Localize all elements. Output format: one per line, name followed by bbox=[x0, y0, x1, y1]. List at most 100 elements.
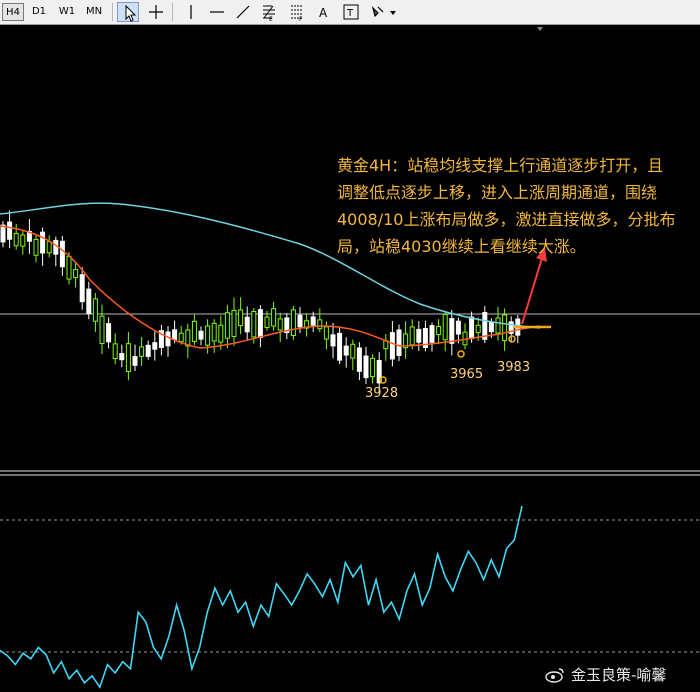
candle-body bbox=[455, 320, 461, 335]
candle-body bbox=[0, 224, 6, 243]
candle-body bbox=[106, 323, 112, 343]
candle-body bbox=[495, 317, 501, 334]
candle-body bbox=[257, 309, 263, 338]
candle-body bbox=[66, 255, 72, 280]
candle-body bbox=[389, 332, 395, 360]
candle-body bbox=[350, 343, 356, 359]
candle-body bbox=[7, 221, 13, 240]
candle-body bbox=[152, 342, 158, 350]
shapes-icon bbox=[371, 6, 396, 18]
candle-body bbox=[363, 355, 369, 379]
candle-body bbox=[73, 269, 79, 279]
text-label-tool-glyph: T bbox=[346, 8, 354, 19]
vertical-line-icon bbox=[190, 5, 192, 19]
candle-body bbox=[244, 316, 250, 333]
timeframe-mn[interactable]: MN bbox=[82, 3, 106, 21]
candle-body bbox=[277, 318, 283, 331]
crosshair-icon bbox=[149, 5, 163, 19]
candle-body bbox=[165, 331, 171, 347]
candle-body bbox=[469, 316, 475, 340]
candle-body bbox=[92, 298, 98, 322]
candle-body bbox=[112, 343, 118, 360]
candle-body bbox=[271, 308, 277, 327]
timeframe-d1[interactable]: D1 bbox=[28, 3, 50, 21]
crosshair-tool[interactable] bbox=[145, 2, 167, 22]
candle-body bbox=[132, 356, 138, 366]
candle-body bbox=[416, 328, 422, 343]
candle-body bbox=[145, 344, 151, 357]
candle-body bbox=[297, 314, 303, 328]
cursor-icon bbox=[125, 4, 137, 22]
chevron-down-icon bbox=[390, 11, 396, 15]
vertical-line-tool[interactable] bbox=[180, 2, 202, 22]
candle-body bbox=[59, 240, 65, 268]
candle-body bbox=[502, 314, 508, 342]
candle-body bbox=[370, 357, 376, 378]
shapes-tool[interactable] bbox=[368, 2, 400, 22]
candle-body bbox=[211, 322, 217, 342]
candle-body bbox=[40, 231, 46, 254]
candle-body bbox=[442, 313, 448, 341]
timeframe-h4[interactable]: H4 bbox=[2, 3, 24, 21]
timeframe-w1[interactable]: W1 bbox=[55, 3, 79, 21]
svg-text:E: E bbox=[269, 16, 273, 22]
toolbar-separator bbox=[172, 3, 173, 21]
candle-body bbox=[337, 332, 343, 361]
fibonacci-retracement-tool[interactable]: F bbox=[286, 2, 308, 22]
text-label-icon: T bbox=[343, 4, 359, 20]
candle-body bbox=[178, 332, 184, 343]
candle-body bbox=[238, 309, 244, 327]
candle-body bbox=[330, 334, 336, 347]
candle-body bbox=[13, 233, 19, 247]
chart-background bbox=[0, 25, 700, 692]
candle-body bbox=[323, 326, 329, 340]
svg-text:F: F bbox=[299, 16, 303, 22]
candle-body bbox=[231, 309, 237, 338]
candle-body bbox=[356, 347, 362, 372]
candle-body bbox=[218, 324, 224, 343]
candle-body bbox=[396, 329, 402, 357]
candle-body bbox=[53, 239, 59, 255]
fibonacci-retracement-icon: F bbox=[291, 5, 303, 22]
candle-body bbox=[290, 309, 296, 337]
candle-body bbox=[79, 274, 85, 303]
toolbar: H4 D1 W1 MN E F A T bbox=[0, 0, 700, 25]
candle-body bbox=[46, 241, 52, 254]
price-chart[interactable] bbox=[0, 25, 700, 692]
trendline-tool[interactable] bbox=[232, 2, 254, 22]
horizontal-line-tool[interactable] bbox=[206, 2, 228, 22]
candle-body bbox=[119, 353, 125, 361]
candle-body bbox=[224, 312, 230, 339]
watermark-text: 金玉良策-喻馨 bbox=[571, 666, 667, 684]
horizontal-line-icon bbox=[210, 11, 224, 13]
candle-body bbox=[409, 326, 415, 346]
candle-body bbox=[139, 346, 145, 357]
candle-body bbox=[343, 345, 349, 356]
weibo-icon bbox=[545, 667, 564, 683]
fibonacci-channel-icon: E bbox=[263, 5, 275, 22]
trendline-icon bbox=[236, 5, 250, 19]
candle-body bbox=[264, 316, 270, 328]
text-label-tool[interactable]: T bbox=[340, 2, 362, 22]
watermark: 金玉良策-喻馨 bbox=[545, 664, 666, 685]
low-label-3965: 3965 bbox=[450, 367, 484, 382]
analysis-annotation: 黄金4H：站稳均线支撑上行通道逐步打开，且调整低点逐步上移，进入上涨周期通道，围… bbox=[337, 156, 676, 256]
text-tool-glyph: A bbox=[319, 6, 328, 20]
candle-body bbox=[172, 329, 178, 340]
low-label-3928: 3928 bbox=[365, 386, 399, 401]
candle-body bbox=[198, 330, 204, 340]
candle-body bbox=[33, 238, 39, 256]
fibonacci-channel-tool[interactable]: E bbox=[258, 2, 280, 22]
candle-body bbox=[475, 324, 481, 334]
low-label-3983: 3983 bbox=[497, 360, 531, 375]
candle-body bbox=[99, 315, 105, 345]
candle-body bbox=[86, 288, 92, 315]
cursor-tool[interactable] bbox=[117, 2, 139, 22]
candle-body bbox=[488, 321, 494, 333]
candle-body bbox=[205, 325, 211, 346]
candle-body bbox=[436, 326, 442, 335]
candle-body bbox=[185, 329, 191, 347]
candle-body bbox=[429, 325, 435, 343]
candle-body bbox=[449, 318, 455, 344]
text-tool[interactable]: A bbox=[313, 2, 335, 22]
